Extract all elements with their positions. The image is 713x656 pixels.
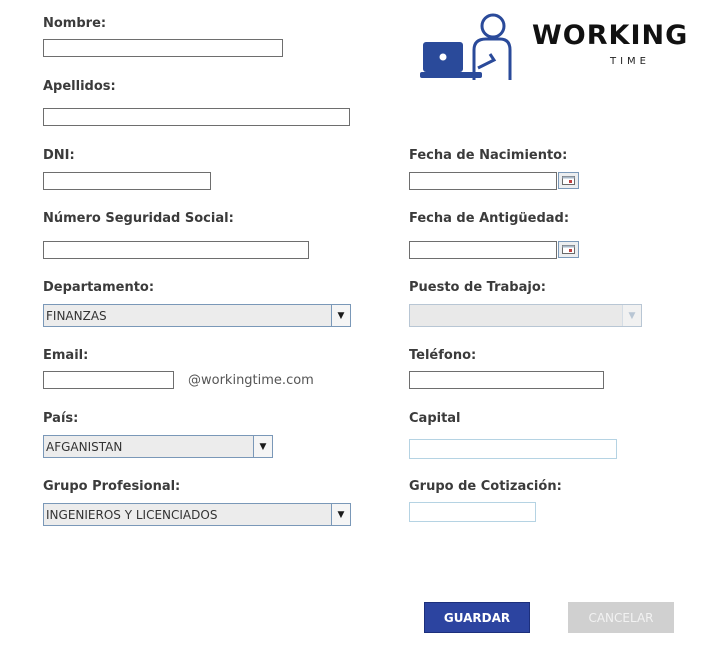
puesto-select[interactable]: ▼ [409,304,642,327]
apellidos-input[interactable] [43,108,350,126]
departamento-label: Departamento: [43,280,155,295]
chevron-down-icon[interactable]: ▼ [331,305,350,326]
email-domain-suffix: @workingtime.com [188,373,314,388]
apellidos-label: Apellidos: [43,79,116,94]
telefono-label: Teléfono: [409,348,477,363]
grupo-profesional-value: INGENIEROS Y LICENCIADOS [46,507,218,522]
capital-input[interactable] [409,439,617,459]
grupo-cotizacion-input[interactable] [409,502,536,522]
pais-select[interactable]: AFGANISTAN ▼ [43,435,273,458]
email-label: Email: [43,348,89,363]
chevron-down-icon[interactable]: ▼ [622,305,641,326]
telefono-input[interactable] [409,371,604,389]
nss-label: Número Seguridad Social: [43,211,234,226]
brand-subtitle: TIME [610,56,651,67]
departamento-value: FINANZAS [46,308,107,323]
capital-label: Capital [409,411,461,426]
brand-name: WORKING [532,20,689,51]
chevron-down-icon[interactable]: ▼ [253,436,272,457]
fecha-nacimiento-label: Fecha de Nacimiento: [409,148,568,163]
brand-logo: WORKING TIME [420,12,695,82]
fecha-antiguedad-calendar-button[interactable] [558,241,579,258]
nombre-label: Nombre: [43,16,107,31]
guardar-button[interactable]: GUARDAR [424,602,530,633]
pais-label: País: [43,411,79,426]
fecha-antiguedad-label: Fecha de Antigüedad: [409,211,570,226]
dni-input[interactable] [43,172,211,190]
puesto-label: Puesto de Trabajo: [409,280,546,295]
fecha-nacimiento-input[interactable] [409,172,557,190]
calendar-icon [562,245,575,254]
cancelar-button[interactable]: CANCELAR [568,602,674,633]
pais-value: AFGANISTAN [46,439,123,454]
email-input[interactable] [43,371,174,389]
grupo-profesional-select[interactable]: INGENIEROS Y LICENCIADOS ▼ [43,503,351,526]
grupo-cotizacion-label: Grupo de Cotización: [409,479,562,494]
calendar-icon [562,176,575,185]
fecha-antiguedad-input[interactable] [409,241,557,259]
departamento-select[interactable]: FINANZAS ▼ [43,304,351,327]
nombre-input[interactable] [43,39,283,57]
grupo-profesional-label: Grupo Profesional: [43,479,181,494]
chevron-down-icon[interactable]: ▼ [331,504,350,525]
fecha-nacimiento-calendar-button[interactable] [558,172,579,189]
nss-input[interactable] [43,241,309,259]
worker-laptop-icon [420,13,512,80]
dni-label: DNI: [43,148,75,163]
